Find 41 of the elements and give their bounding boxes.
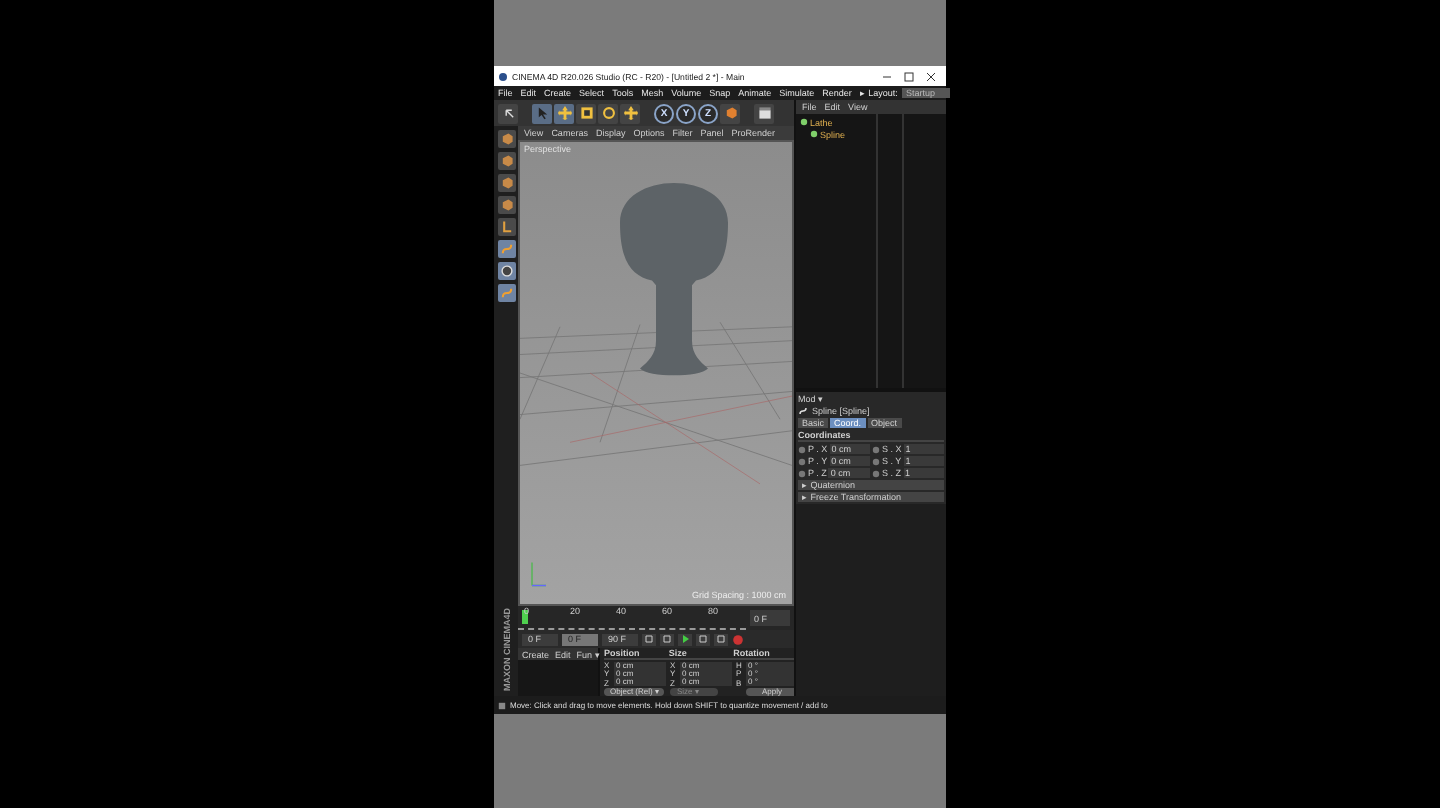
close-icon (926, 71, 936, 81)
clapper-icon (757, 106, 771, 120)
keyframe-dot-icon (872, 469, 880, 477)
render-button[interactable] (754, 103, 774, 123)
playhead-marker[interactable] (522, 610, 528, 624)
move-cross-icon (623, 106, 637, 120)
status-icon (498, 701, 506, 709)
keyframe-dot-icon (798, 457, 806, 465)
mode-button[interactable] (497, 130, 515, 148)
keyframe-dot-icon (798, 445, 806, 453)
scale-box-icon (579, 106, 593, 120)
play-icon (680, 634, 690, 644)
transform-tool-button[interactable] (620, 103, 640, 123)
move-tool-button[interactable] (554, 103, 574, 123)
rotate-circle-icon (601, 106, 615, 120)
cursor-icon (535, 106, 549, 120)
app-logo-icon (498, 71, 508, 81)
mode-button[interactable] (497, 240, 515, 258)
spline-icon (499, 242, 513, 256)
rotate-tool-button[interactable] (598, 103, 618, 123)
keyframe-dot-icon (872, 445, 880, 453)
spline-icon (798, 406, 808, 416)
keyframe-dot-icon (798, 469, 806, 477)
coordinate-system-button[interactable] (720, 103, 740, 123)
minimize-icon (882, 71, 892, 81)
maximize-icon (904, 71, 914, 81)
cube-icon (723, 106, 737, 120)
scale-tool-button[interactable] (576, 103, 596, 123)
mode-button[interactable] (497, 174, 515, 192)
mode-button[interactable] (497, 196, 515, 214)
axis-gizmo-icon (531, 561, 547, 587)
playback-button[interactable] (678, 633, 692, 645)
l-shape-icon (499, 220, 513, 234)
select-tool-button[interactable] (532, 103, 552, 123)
undo-button[interactable] (498, 103, 518, 123)
mode-button[interactable] (497, 218, 515, 236)
keyframe-dot-icon (872, 457, 880, 465)
undo-arrow-icon (501, 106, 515, 120)
mode-button[interactable] (497, 152, 515, 170)
record-icon (732, 633, 744, 645)
move-cross-icon (557, 106, 571, 120)
